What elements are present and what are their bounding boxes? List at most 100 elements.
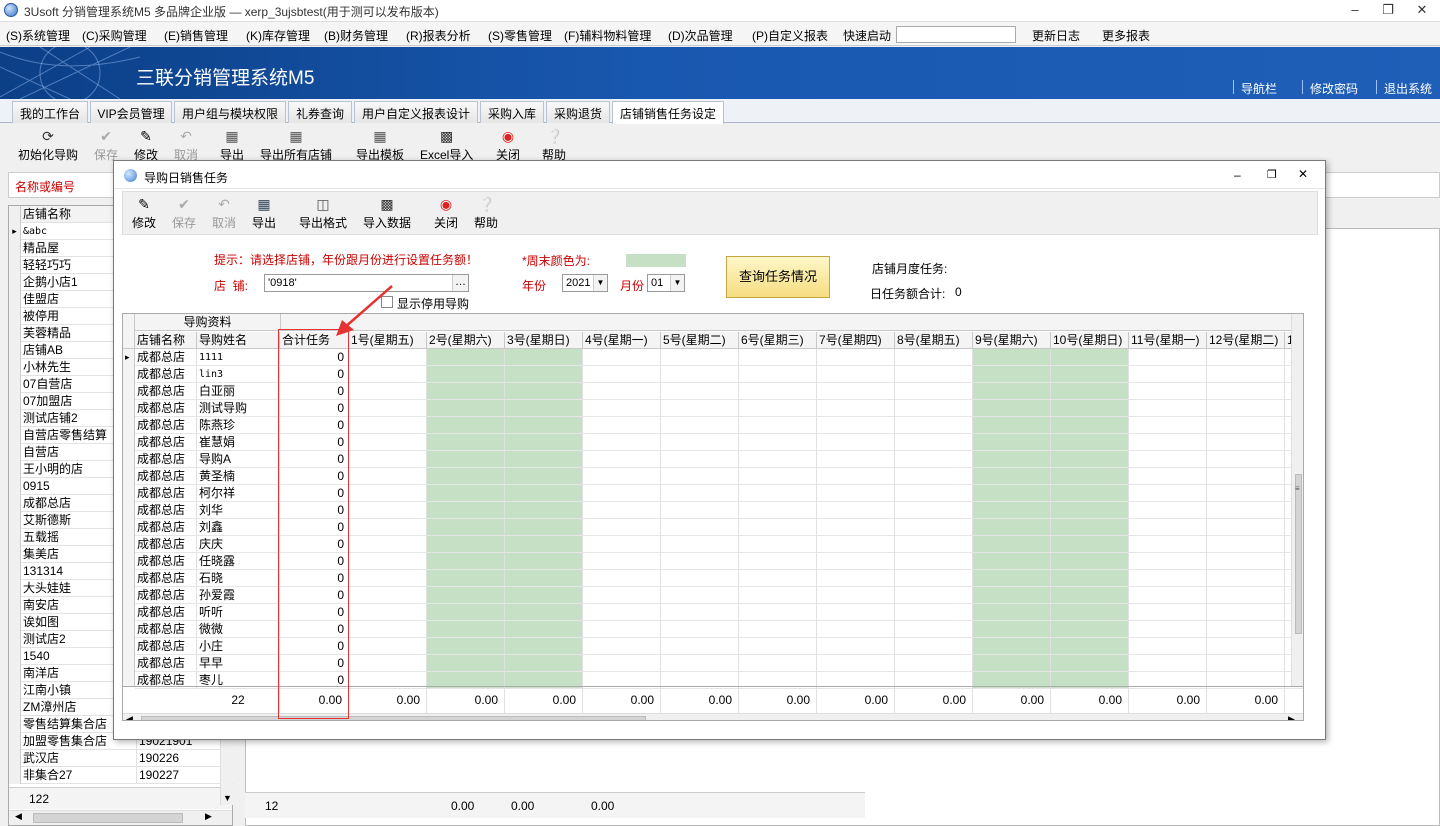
cancel-button[interactable]: ↶ 取消 bbox=[174, 128, 198, 163]
grid-day-cell[interactable] bbox=[895, 638, 973, 655]
grid-day-cell[interactable] bbox=[973, 349, 1051, 366]
grid-day-cell[interactable] bbox=[739, 434, 817, 451]
grid-day-cell[interactable] bbox=[661, 451, 739, 468]
grid-day-cell[interactable] bbox=[1051, 519, 1129, 536]
grid-day-cell[interactable] bbox=[583, 366, 661, 383]
grid-day-cell[interactable] bbox=[349, 570, 427, 587]
grid-day-cell[interactable] bbox=[349, 485, 427, 502]
grid-day-cell[interactable] bbox=[427, 553, 505, 570]
grid-store-cell[interactable]: 成都总店 bbox=[135, 536, 197, 553]
grid-header[interactable]: 8号(星期五) bbox=[895, 332, 973, 349]
grid-day-cell[interactable] bbox=[583, 655, 661, 672]
dialog-restore-icon[interactable]: ❐ bbox=[1267, 168, 1277, 181]
grid-day-cell[interactable] bbox=[895, 553, 973, 570]
grid-day-cell[interactable] bbox=[349, 587, 427, 604]
grid-day-cell[interactable] bbox=[427, 638, 505, 655]
grid-day-cell[interactable] bbox=[1129, 621, 1207, 638]
grid-day-cell[interactable] bbox=[1051, 536, 1129, 553]
grid-day-cell[interactable] bbox=[817, 655, 895, 672]
grid-day-cell[interactable] bbox=[1051, 587, 1129, 604]
grid-vscrollbar[interactable]: ≡ bbox=[1291, 314, 1303, 686]
grid-day-cell[interactable] bbox=[505, 451, 583, 468]
grid-store-cell[interactable]: 成都总店 bbox=[135, 468, 197, 485]
grid-day-cell[interactable] bbox=[583, 349, 661, 366]
grid-day-cell[interactable] bbox=[427, 536, 505, 553]
grid-day-cell[interactable] bbox=[583, 434, 661, 451]
grid-day-cell[interactable] bbox=[427, 655, 505, 672]
grid-store-cell[interactable]: 成都总店 bbox=[135, 400, 197, 417]
grid-day-cell[interactable] bbox=[349, 553, 427, 570]
grid-day-cell[interactable] bbox=[427, 485, 505, 502]
grid-day-cell[interactable] bbox=[1051, 366, 1129, 383]
grid-day-cell[interactable] bbox=[973, 383, 1051, 400]
grid-day-cell[interactable] bbox=[1129, 536, 1207, 553]
grid-day-cell[interactable] bbox=[1207, 655, 1285, 672]
ellipsis-icon[interactable]: … bbox=[452, 275, 468, 291]
grid-day-cell[interactable] bbox=[427, 366, 505, 383]
grid-day-cell[interactable] bbox=[1207, 366, 1285, 383]
grid-day-cell[interactable] bbox=[817, 349, 895, 366]
grid-day-cell[interactable] bbox=[739, 553, 817, 570]
grid-day-cell[interactable] bbox=[817, 383, 895, 400]
grid-day-cell[interactable] bbox=[973, 587, 1051, 604]
menu-purchase[interactable]: (C)采购管理 bbox=[82, 27, 147, 44]
grid-day-cell[interactable] bbox=[1129, 519, 1207, 536]
grid-store-cell[interactable]: 成都总店 bbox=[135, 434, 197, 451]
grid-day-cell[interactable] bbox=[1207, 400, 1285, 417]
menu-changelog[interactable]: 更新日志 bbox=[1032, 27, 1080, 44]
grid-day-cell[interactable] bbox=[1051, 638, 1129, 655]
grid-guide-cell[interactable]: 崔慧娟 bbox=[197, 434, 280, 451]
grid-day-cell[interactable] bbox=[1207, 468, 1285, 485]
dlg-export-format-button[interactable]: ◫ 导出格式 bbox=[299, 196, 347, 231]
grid-day-cell[interactable] bbox=[895, 655, 973, 672]
quick-launch-input[interactable] bbox=[896, 26, 1016, 43]
grid-day-cell[interactable] bbox=[1129, 655, 1207, 672]
grid-header[interactable]: 7号(星期四) bbox=[817, 332, 895, 349]
grid-day-cell[interactable] bbox=[1207, 485, 1285, 502]
grid-day-cell[interactable] bbox=[505, 468, 583, 485]
grid-day-cell[interactable] bbox=[349, 451, 427, 468]
grid-day-cell[interactable] bbox=[739, 621, 817, 638]
grid-day-cell[interactable] bbox=[349, 417, 427, 434]
grid-day-cell[interactable] bbox=[1051, 502, 1129, 519]
grid-day-cell[interactable] bbox=[1129, 468, 1207, 485]
dialog-minimize-icon[interactable]: – bbox=[1234, 168, 1241, 182]
grid-day-cell[interactable] bbox=[817, 400, 895, 417]
export-all-stores-button[interactable]: ▦ 导出所有店铺 bbox=[260, 128, 332, 163]
grid-day-cell[interactable] bbox=[1129, 417, 1207, 434]
grid-day-cell[interactable] bbox=[1129, 366, 1207, 383]
grid-day-cell[interactable] bbox=[427, 434, 505, 451]
grid-day-cell[interactable] bbox=[505, 383, 583, 400]
grid-store-cell[interactable]: 成都总店 bbox=[135, 519, 197, 536]
grid-day-cell[interactable] bbox=[661, 366, 739, 383]
menu-defects[interactable]: (D)次品管理 bbox=[668, 27, 733, 44]
grid-day-cell[interactable] bbox=[739, 468, 817, 485]
grid-guide-cell[interactable]: 黄圣楠 bbox=[197, 468, 280, 485]
grid-day-cell[interactable] bbox=[739, 536, 817, 553]
grid-day-cell[interactable] bbox=[817, 536, 895, 553]
grid-day-cell[interactable] bbox=[739, 638, 817, 655]
grid-day-cell[interactable] bbox=[505, 570, 583, 587]
grid-day-cell[interactable] bbox=[1207, 417, 1285, 434]
menu-inventory[interactable]: (K)库存管理 bbox=[246, 27, 310, 44]
grid-day-cell[interactable] bbox=[895, 536, 973, 553]
grid-day-cell[interactable] bbox=[583, 400, 661, 417]
grid-store-cell[interactable]: 成都总店 bbox=[135, 553, 197, 570]
grid-day-cell[interactable] bbox=[505, 485, 583, 502]
grid-day-cell[interactable] bbox=[505, 621, 583, 638]
grid-day-cell[interactable] bbox=[1207, 502, 1285, 519]
grid-day-cell[interactable] bbox=[349, 349, 427, 366]
grid-store-cell[interactable]: 成都总店 bbox=[135, 485, 197, 502]
grid-day-cell[interactable] bbox=[817, 638, 895, 655]
grid-store-cell[interactable]: 成都总店 bbox=[135, 349, 197, 366]
grid-header[interactable]: 11号(星期一) bbox=[1129, 332, 1207, 349]
grid-day-cell[interactable] bbox=[895, 417, 973, 434]
grid-day-cell[interactable] bbox=[1207, 519, 1285, 536]
grid-day-cell[interactable] bbox=[817, 621, 895, 638]
grid-guide-cell[interactable]: lin3 bbox=[197, 366, 280, 383]
grid-day-cell[interactable] bbox=[1051, 485, 1129, 502]
grid-day-cell[interactable] bbox=[973, 485, 1051, 502]
grid-day-cell[interactable] bbox=[1051, 383, 1129, 400]
grid-guide-cell[interactable]: 庆庆 bbox=[197, 536, 280, 553]
grid-day-cell[interactable] bbox=[895, 400, 973, 417]
